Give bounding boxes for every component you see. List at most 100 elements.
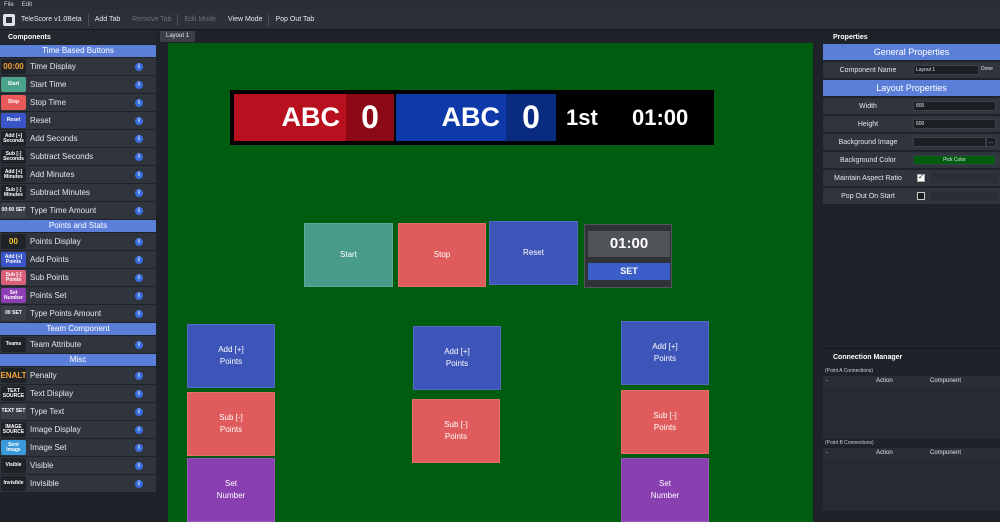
stop-button[interactable]: Stop [398, 223, 486, 287]
component-item[interactable]: 00 Points Display i [0, 233, 156, 250]
component-label: Subtract Seconds [30, 152, 94, 161]
info-icon[interactable]: i [135, 309, 143, 318]
info-icon[interactable]: i [135, 134, 143, 143]
component-item[interactable]: TEXT SET Type Text i [0, 403, 156, 420]
tab-layout-1[interactable]: Layout 1 [160, 31, 196, 42]
component-icon: 00 SET [1, 306, 26, 321]
component-item[interactable]: 00:00 Time Display i [0, 58, 156, 75]
info-icon[interactable]: i [135, 479, 143, 488]
set-number-button[interactable]: Set Number [187, 458, 275, 522]
info-icon[interactable]: i [135, 206, 143, 215]
connection-manager-title: Connection Manager [833, 354, 903, 361]
info-icon[interactable]: i [135, 188, 143, 197]
edit-mode-button[interactable]: Edit Mode [178, 16, 222, 23]
time-value-field[interactable]: 01:00 [588, 231, 670, 257]
component-icon: Add [+] Points [1, 252, 26, 267]
add-points-button[interactable]: Add [+] Points [413, 326, 501, 390]
component-item[interactable]: 00:00 SET Type Time Amount i [0, 202, 156, 219]
home-team-name: ABC [281, 102, 341, 132]
info-icon[interactable]: i [135, 170, 143, 179]
reset-button[interactable]: Reset [489, 221, 578, 285]
info-icon[interactable]: i [135, 152, 143, 161]
info-icon[interactable]: i [135, 425, 143, 434]
time-set-button[interactable]: SET [588, 263, 670, 280]
done-button[interactable]: Done [979, 65, 996, 75]
connection-manager: Connection Manager (Point A Connections)… [823, 348, 1000, 522]
background-image-input[interactable] [913, 137, 986, 147]
add-points-button[interactable]: Add [+] Points [187, 324, 275, 388]
info-icon[interactable]: i [135, 407, 143, 416]
height-input[interactable]: 600 [913, 119, 996, 129]
info-icon[interactable]: i [135, 371, 143, 380]
component-item[interactable]: TEXT SOURCE Text Display i [0, 385, 156, 402]
add-tab-button[interactable]: Add Tab [89, 16, 127, 23]
component-name-input[interactable]: Layout 1 [913, 65, 979, 75]
component-label: Time Display [30, 62, 76, 71]
home-team-score: 0 [346, 94, 394, 141]
clock-display: 01:00 [632, 105, 689, 130]
layout-canvas[interactable]: ABC 0 ABC 0 1st 01:00 Start Stop Reset 0… [168, 43, 813, 522]
sub-points-button[interactable]: Sub [-] Points [621, 390, 709, 454]
info-icon[interactable]: i [135, 291, 143, 300]
background-color-label: Background Color [839, 156, 897, 164]
component-item[interactable]: Sub [-] Points Sub Points i [0, 269, 156, 286]
component-item[interactable]: IMAGE SOURCE Image Display i [0, 421, 156, 438]
info-icon[interactable]: i [135, 273, 143, 282]
info-icon[interactable]: i [135, 116, 143, 125]
component-item[interactable]: Invisible Invisible i [0, 475, 156, 492]
menu-edit[interactable]: Edit [18, 2, 36, 8]
sub-points-button[interactable]: Sub [-] Points [187, 392, 275, 456]
component-item[interactable]: Sub [-] Seconds Subtract Seconds i [0, 148, 156, 165]
scoreboard[interactable]: ABC 0 ABC 0 1st 01:00 [230, 90, 714, 145]
component-icon: Teams [1, 337, 26, 352]
component-item[interactable]: PENALTY Penalty i [0, 367, 156, 384]
component-label: Points Set [30, 291, 67, 300]
sub-points-button[interactable]: Sub [-] Points [412, 399, 500, 463]
components-panel: Components Time Based Buttons 00:00 Time D… [0, 30, 156, 522]
component-item[interactable]: Start Start Time i [0, 76, 156, 93]
point-a-list[interactable] [823, 387, 1000, 439]
remove-tab-button[interactable]: Remove Tab [126, 16, 177, 23]
point-b-list[interactable] [823, 459, 1000, 511]
set-number-button[interactable]: Set Number [621, 458, 709, 522]
pop-out-on-start-checkbox[interactable] [917, 192, 925, 200]
component-item[interactable]: Add [+] Points Add Points i [0, 251, 156, 268]
component-section-header: Points and Stats [0, 220, 156, 232]
component-item[interactable]: Teams Team Attribute i [0, 336, 156, 353]
point-a-header: - Action Component [823, 376, 1000, 387]
component-item[interactable]: Reset Reset i [0, 112, 156, 129]
menu-file[interactable]: File [0, 2, 18, 8]
info-icon[interactable]: i [135, 98, 143, 107]
start-button[interactable]: Start [304, 223, 393, 287]
info-icon[interactable]: i [135, 237, 143, 246]
component-icon: Start [1, 77, 26, 92]
width-input[interactable]: 800 [913, 101, 996, 111]
component-item[interactable]: Visible Visible i [0, 457, 156, 474]
info-icon[interactable]: i [135, 461, 143, 470]
info-icon[interactable]: i [135, 443, 143, 452]
info-icon[interactable]: i [135, 80, 143, 89]
view-mode-button[interactable]: View Mode [222, 16, 269, 23]
info-icon[interactable]: i [135, 340, 143, 349]
maintain-aspect-checkbox[interactable]: ✓ [917, 174, 925, 182]
component-item[interactable]: Sent Image Image Set i [0, 439, 156, 456]
component-item[interactable]: 00 SET Type Points Amount i [0, 305, 156, 322]
component-item[interactable]: Stop Stop Time i [0, 94, 156, 111]
tab-strip: Layout 1 [157, 30, 820, 42]
point-b-col-action: Action [876, 450, 893, 456]
pop-out-on-start-track [931, 191, 998, 201]
component-label: Team Attribute [30, 340, 82, 349]
pick-color-button[interactable]: Pick Color [913, 155, 996, 165]
add-points-button[interactable]: Add [+] Points [621, 321, 709, 385]
component-item[interactable]: Add [+] Seconds Add Seconds i [0, 130, 156, 147]
component-icon: Add [+] Seconds [1, 131, 26, 146]
info-icon[interactable]: i [135, 255, 143, 264]
info-icon[interactable]: i [135, 389, 143, 398]
background-image-browse-button[interactable]: ... [986, 137, 996, 147]
component-item[interactable]: Set Number Points Set i [0, 287, 156, 304]
info-icon[interactable]: i [135, 62, 143, 71]
component-item[interactable]: Add [+] Minutes Add Minutes i [0, 166, 156, 183]
pop-out-tab-button[interactable]: Pop Out Tab [269, 16, 320, 23]
component-item[interactable]: Sub [-] Minutes Subtract Minutes i [0, 184, 156, 201]
point-a-col-component: Component [930, 378, 962, 384]
